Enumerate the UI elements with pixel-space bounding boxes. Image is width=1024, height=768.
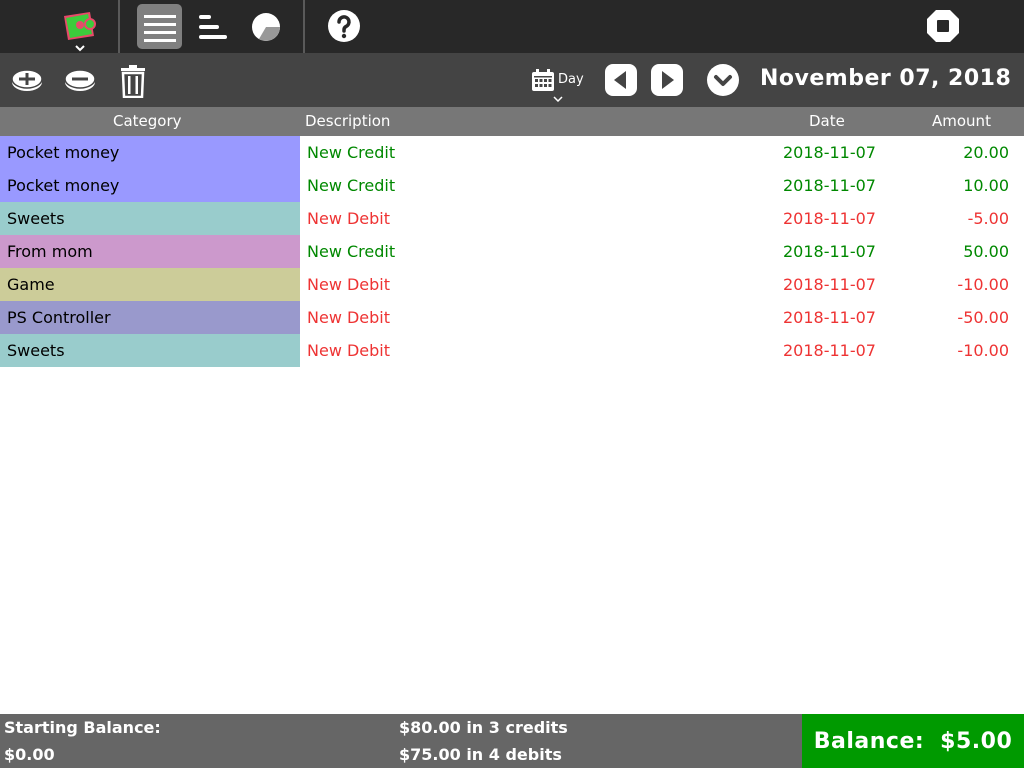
row-category: Pocket money [0,169,300,202]
toolbar-separator [303,0,305,53]
debits-summary: $75.00 in 4 debits [399,745,562,764]
credits-summary: $80.00 in 3 credits [399,718,568,737]
pie-chart-button[interactable] [246,8,286,46]
header-date[interactable]: Date [809,112,845,130]
table-row[interactable]: Sweets New Debit 2018-11-07 -5.00 [0,202,1024,235]
add-debit-button[interactable] [61,65,99,95]
transaction-list: Pocket money New Credit 2018-11-07 20.00… [0,136,1024,367]
row-date: 2018-11-07 [783,209,876,228]
chevron-down-icon [552,95,564,103]
next-day-button[interactable] [650,63,684,97]
table-row[interactable]: Pocket money New Credit 2018-11-07 10.00 [0,169,1024,202]
row-description: New Credit [307,242,396,261]
balance-value: $5.00 [940,728,1013,754]
main-toolbar [0,0,1024,53]
add-credit-button[interactable] [8,65,46,95]
arrow-right-icon [651,64,683,96]
chevron-down-circle-icon [707,64,739,96]
header-category[interactable]: Category [113,112,182,130]
row-date: 2018-11-07 [783,275,876,294]
table-header: Category Description Date Amount [0,107,1024,136]
stop-icon [927,10,959,42]
row-description: New Debit [307,308,391,327]
header-description[interactable]: Description [305,112,390,130]
row-category: Pocket money [0,136,300,169]
balance-box: Balance: $5.00 [802,714,1024,768]
table-row[interactable]: PS Controller New Debit 2018-11-07 -50.0… [0,301,1024,334]
row-amount: -10.00 [957,341,1009,360]
arrow-left-icon [605,64,637,96]
row-date: 2018-11-07 [783,242,876,261]
calendar-icon [532,69,554,91]
table-row[interactable]: Game New Debit 2018-11-07 -10.00 [0,268,1024,301]
row-date: 2018-11-07 [783,341,876,360]
bar-chart-button[interactable] [193,8,233,46]
remove-coin-icon [64,69,96,91]
row-amount: -50.00 [957,308,1009,327]
delete-button[interactable] [114,62,152,100]
date-title: November 07, 2018 [760,66,1012,91]
add-coin-icon [11,69,43,91]
row-description: New Debit [307,341,391,360]
row-amount: 10.00 [963,176,1009,195]
help-button[interactable] [325,7,363,45]
list-view-button[interactable] [137,4,182,49]
stop-button[interactable] [924,7,962,45]
row-date: 2018-11-07 [783,143,876,162]
starting-balance-label: Starting Balance: [4,718,161,737]
header-amount[interactable]: Amount [932,112,991,130]
toolbar-separator [118,0,120,53]
list-view-icon [143,14,176,42]
row-amount: 20.00 [963,143,1009,162]
row-description: New Credit [307,143,396,162]
app-logo-icon[interactable] [60,8,100,52]
row-category: From mom [0,235,300,268]
help-icon [328,10,360,42]
trash-icon [121,65,145,98]
starting-balance-value: $0.00 [4,745,55,764]
row-description: New Credit [307,176,396,195]
pie-chart-icon [252,13,280,41]
view-period-label[interactable]: Day [558,72,584,87]
row-amount: 50.00 [963,242,1009,261]
previous-day-button[interactable] [604,63,638,97]
row-category: PS Controller [0,301,300,334]
row-category: Sweets [0,334,300,367]
row-category: Sweets [0,202,300,235]
table-row[interactable]: Sweets New Debit 2018-11-07 -10.00 [0,334,1024,367]
table-row[interactable]: From mom New Credit 2018-11-07 50.00 [0,235,1024,268]
bar-chart-icon [199,15,227,39]
row-description: New Debit [307,275,391,294]
row-amount: -5.00 [967,209,1009,228]
row-amount: -10.00 [957,275,1009,294]
date-picker-button[interactable] [706,63,740,97]
row-category: Game [0,268,300,301]
table-row[interactable]: Pocket money New Credit 2018-11-07 20.00 [0,136,1024,169]
balance-label: Balance: [813,728,925,754]
row-description: New Debit [307,209,391,228]
row-date: 2018-11-07 [783,308,876,327]
view-period-button[interactable] [530,67,556,93]
row-date: 2018-11-07 [783,176,876,195]
